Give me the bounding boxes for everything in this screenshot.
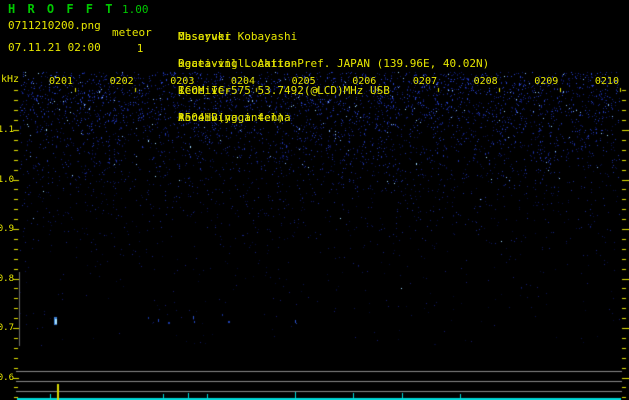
time-label: 0203 — [170, 76, 195, 87]
hrofft-window: H R O F F T 1.00 0711210200.png meteor 0… — [0, 0, 629, 400]
freq-label: 0.8 — [0, 273, 14, 284]
app-title: H R O F F T — [8, 2, 115, 16]
observation-datetime: 07.11.21 02:00 — [8, 41, 101, 54]
time-label: 0208 — [473, 76, 498, 87]
time-label: 0205 — [291, 76, 316, 87]
time-label: 0204 — [230, 76, 256, 87]
time-label: 0207 — [412, 76, 437, 87]
time-label: 0202 — [109, 76, 134, 87]
info-value: A504HB(yagi 4el) — [178, 111, 284, 124]
info-value: Ogata-vill. Akita-Pref. JAPAN (139.96E, … — [178, 57, 490, 70]
time-label: 0210 — [594, 76, 619, 87]
freq-label: 0.6 — [0, 372, 14, 383]
freq-label: 1.0 — [0, 174, 14, 185]
meteor-count: 1 — [136, 42, 144, 55]
app-version: 1.00 — [122, 3, 149, 16]
station-info: Observer: Masayuki Kobayashi Receiving Lo… — [178, 3, 628, 138]
info-value: Masayuki Kobayashi — [178, 30, 298, 43]
output-filename: 0711210200.png — [8, 19, 101, 32]
freq-label: 0.9 — [0, 224, 14, 234]
time-label: 0209 — [534, 76, 559, 87]
mode-label: meteor — [112, 26, 152, 39]
time-label: 0201 — [48, 76, 74, 87]
freq-label: 1.1 — [0, 125, 14, 135]
time-label: 0206 — [352, 76, 377, 87]
freq-label: 0.7 — [0, 323, 14, 333]
freq-unit-label: kHz — [1, 74, 20, 85]
